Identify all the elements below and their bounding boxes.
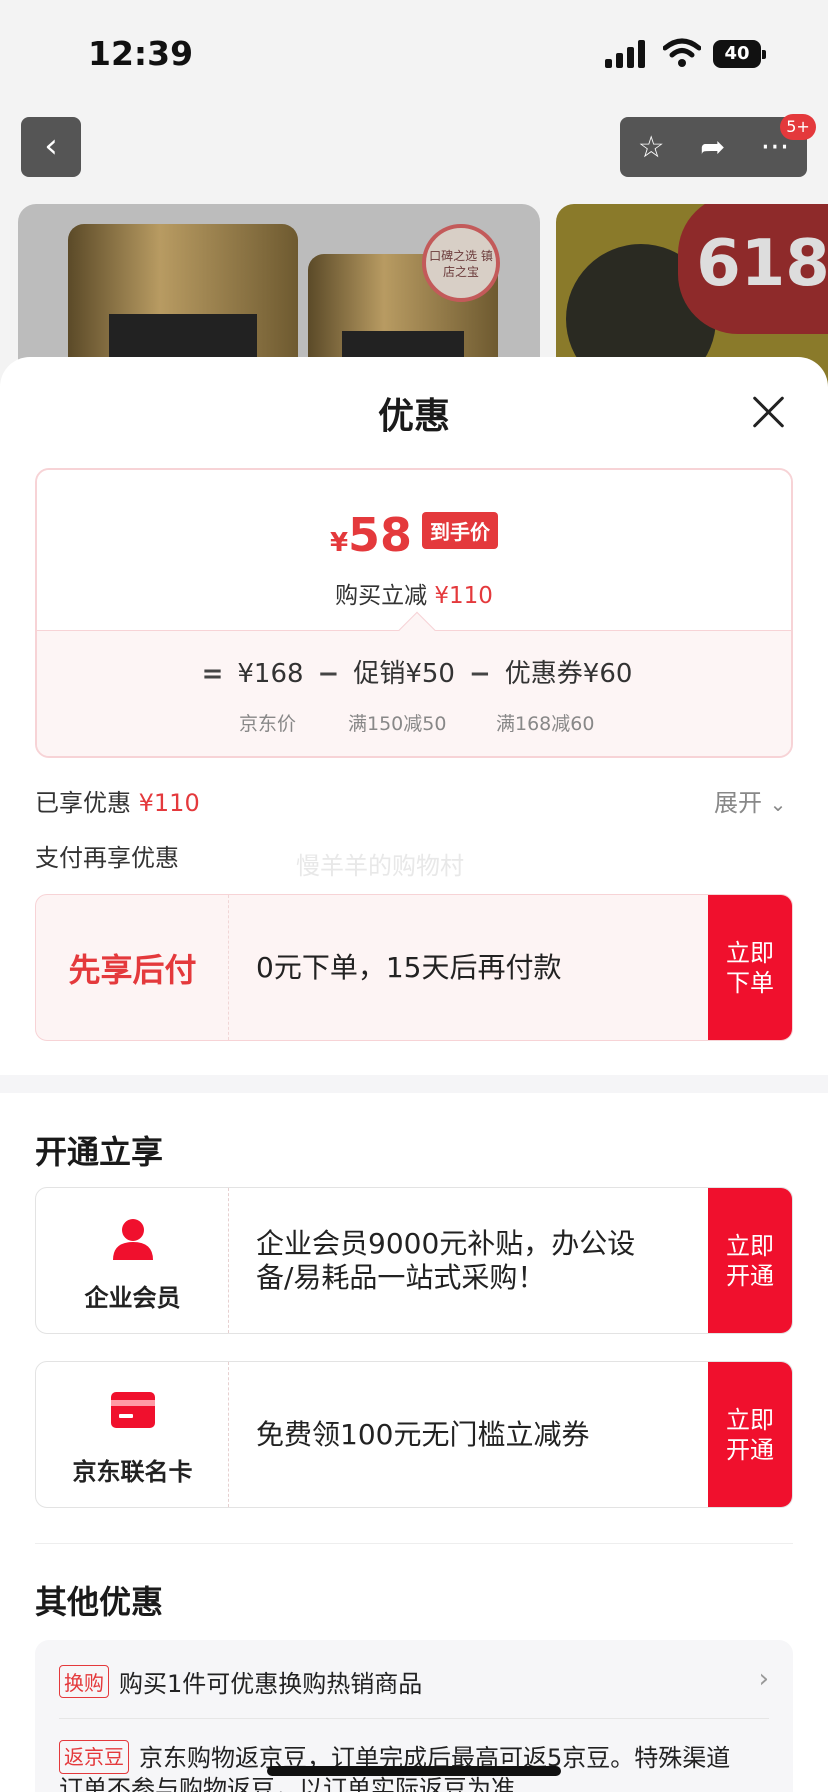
star-icon[interactable]: ☆	[638, 130, 665, 165]
order-now-button[interactable]: 立即下单	[708, 895, 792, 1040]
pay-later-card: 先享后付 0元下单，15天后再付款 立即下单	[35, 894, 793, 1041]
seal-badge: 口碑之选 镇店之宝	[422, 224, 500, 302]
price-breakdown-card: ¥58 到手价 购买立减 ¥110 = ¥168− 促销¥50− 优惠券¥60 京东价 …	[35, 468, 793, 758]
battery-icon: 40	[713, 40, 766, 68]
enterprise-open-button[interactable]: 立即开通	[708, 1188, 792, 1333]
watermark: 慢羊羊的购物村	[296, 852, 464, 880]
jd-card-open-button[interactable]: 立即开通	[708, 1362, 792, 1507]
wifi-icon	[663, 38, 701, 67]
expand-toggle[interactable]: 展开 ⌄	[714, 783, 786, 818]
other-section-title: 其他优惠	[35, 1583, 164, 1621]
chevron-right-icon: ›	[758, 1664, 769, 1694]
close-icon[interactable]	[748, 391, 790, 433]
credit-card-icon	[110, 1392, 155, 1428]
base-price-label: 京东价	[239, 713, 297, 735]
promo-label: 满150减50	[348, 713, 447, 735]
section-divider	[0, 1075, 828, 1093]
jd-beans-tag: 返京豆	[59, 1740, 129, 1774]
enjoyed-discount: 已享优惠 ¥110	[35, 789, 200, 817]
enterprise-member-card: 企业会员 企业会员9000元补贴，办公设备/易耗品一站式采购！ 立即开通	[35, 1187, 793, 1334]
notification-badge: 5+	[780, 114, 816, 140]
promo-discount: 促销¥50	[353, 659, 455, 689]
status-time: 12:39	[88, 34, 194, 73]
final-price-tag: 到手价	[422, 512, 499, 549]
pay-later-desc: 0元下单，15天后再付款	[256, 950, 562, 984]
person-icon	[112, 1219, 153, 1260]
top-actions-bar: ☆ ➦ ···	[620, 117, 807, 177]
base-price: ¥168	[237, 659, 304, 689]
total-saving: 购买立减 ¥110	[335, 583, 493, 609]
share-icon[interactable]: ➦	[700, 130, 725, 165]
exchange-tag: 换购	[59, 1665, 109, 1698]
chevron-down-icon: ⌄	[769, 792, 787, 816]
jd-card-label: 京东联名卡	[72, 1458, 193, 1486]
enterprise-member-desc: 企业会员9000元补贴，办公设备/易耗品一站式采购！	[256, 1226, 636, 1294]
open-section-title: 开通立享	[35, 1133, 164, 1171]
pay-later-name: 先享后付	[68, 950, 197, 989]
pay-again-label: 支付再享优惠	[35, 844, 179, 872]
discount-sheet: 优惠 ¥58 到手价 购买立减 ¥110 = ¥168− 促销¥50− 优惠券¥60 京…	[0, 357, 828, 1792]
divider	[35, 1543, 793, 1544]
back-button[interactable]: ‹	[21, 117, 81, 177]
sheet-title: 优惠	[377, 396, 450, 437]
price-formula: = ¥168− 促销¥50− 优惠券¥60	[201, 659, 633, 689]
badge-618: 618	[678, 204, 828, 334]
final-price: ¥58 到手价	[37, 508, 791, 562]
status-bar: 12:39 40	[0, 0, 828, 100]
jd-card-card: 京东联名卡 免费领100元无门槛立减券 立即开通	[35, 1361, 793, 1508]
home-indicator	[267, 1766, 561, 1776]
coupon-label: 满168减60	[496, 713, 595, 735]
jd-card-desc: 免费领100元无门槛立减券	[256, 1417, 590, 1451]
enterprise-member-label: 企业会员	[84, 1284, 181, 1312]
coupon-discount: 优惠券¥60	[504, 659, 633, 689]
signal-icon	[605, 40, 647, 68]
list-item-exchange[interactable]: 换购 购买1件可优惠换购热销商品 ›	[59, 1664, 769, 1699]
